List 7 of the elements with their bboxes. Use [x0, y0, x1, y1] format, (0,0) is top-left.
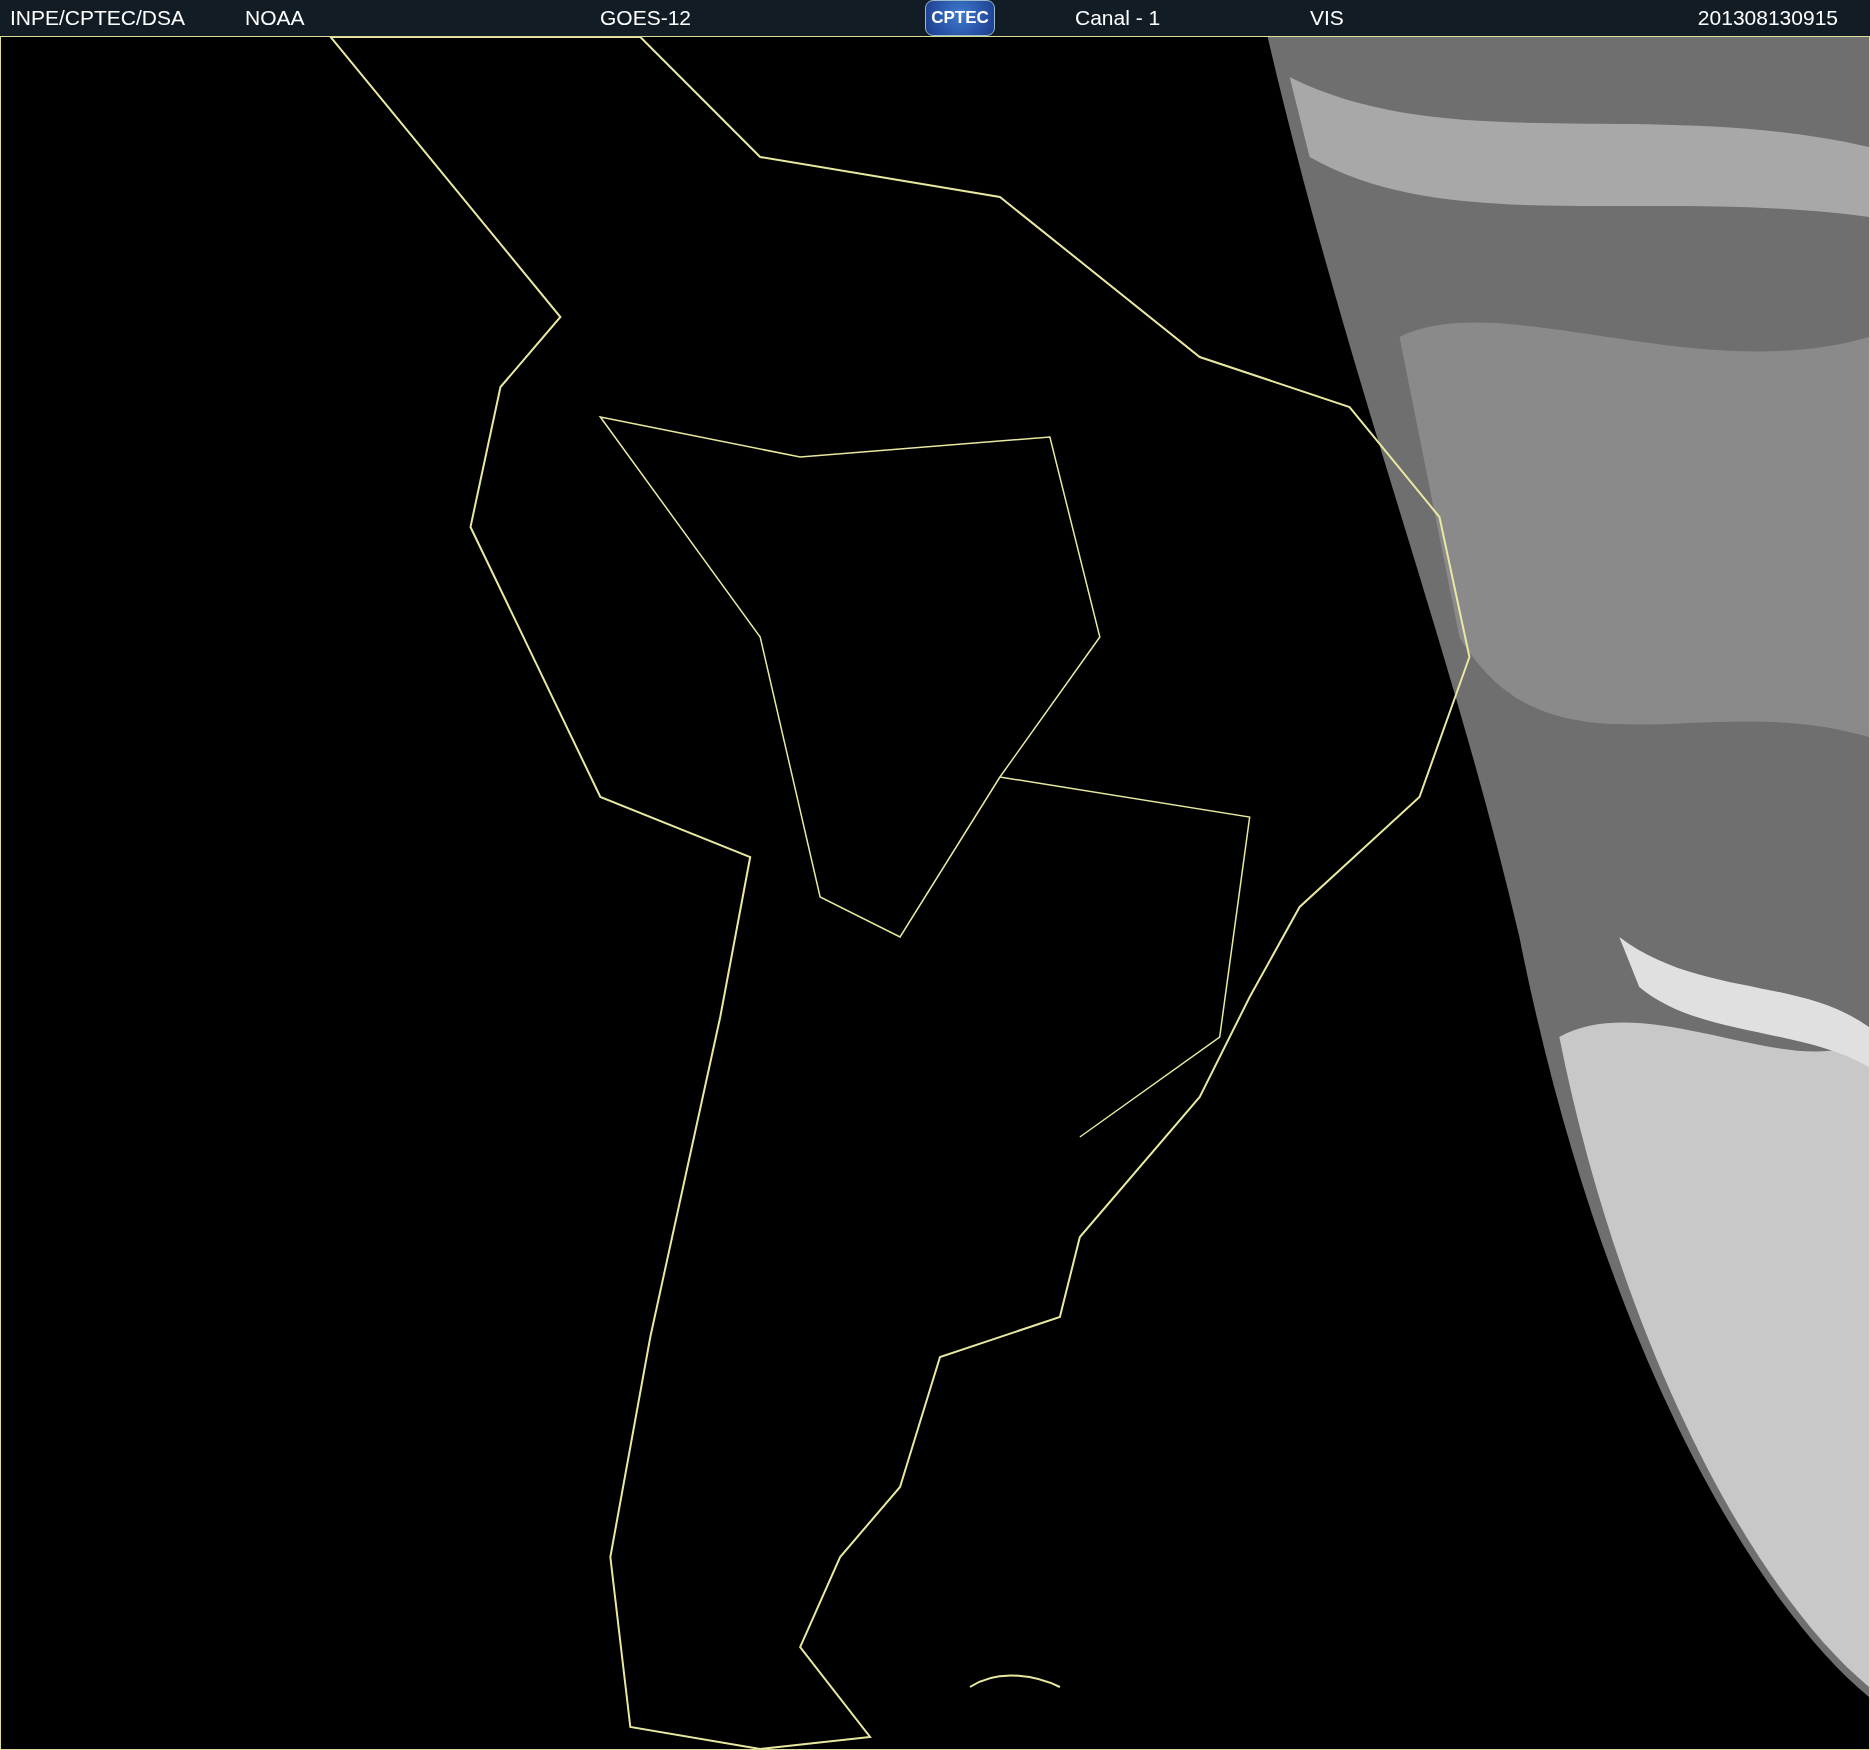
header-label: Canal - 1 [1075, 6, 1162, 30]
header-label: INPE/CPTEC/DSA [10, 6, 187, 30]
header-label: VIS [1310, 6, 1345, 30]
header-label: NOAA [245, 6, 306, 30]
header-label: GOES-12 [600, 6, 693, 30]
logo: CPTEC [925, 0, 995, 36]
timestamp-label: 201308130915 [1697, 6, 1838, 30]
